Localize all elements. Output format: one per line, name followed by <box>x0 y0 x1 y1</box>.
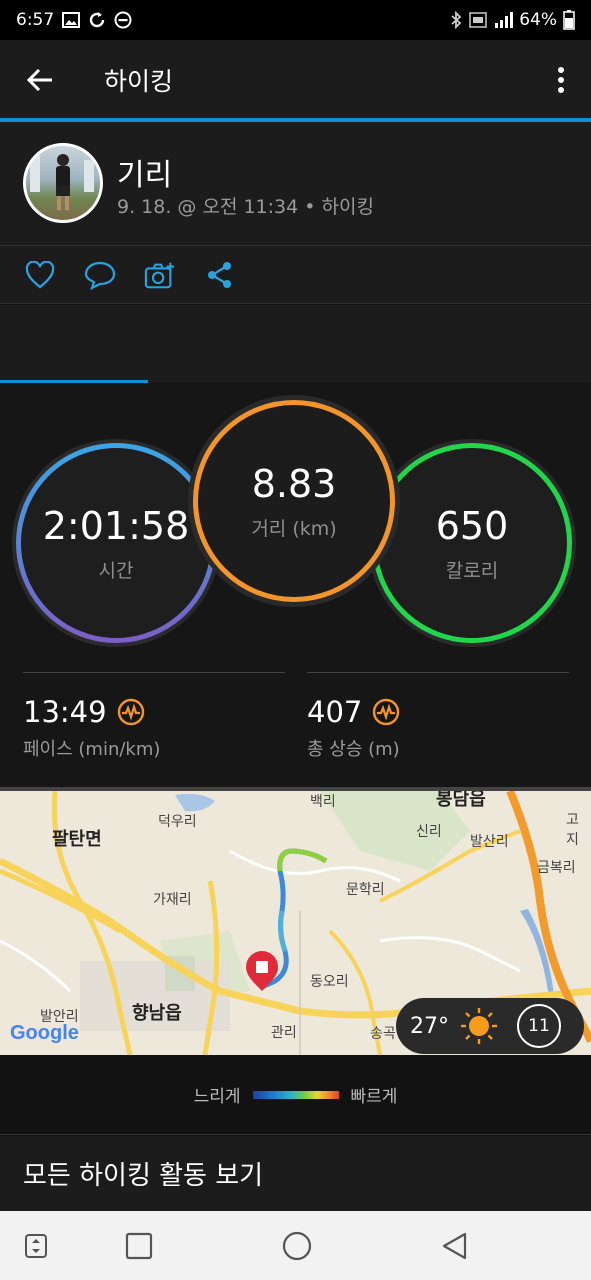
recents-button[interactable] <box>121 1228 157 1264</box>
activity-meta: 9. 18. @ 오전 11:34 • 하이킹 <box>117 196 374 218</box>
ascent-value: 407 <box>307 695 363 729</box>
map-label-munhak: 문학리 <box>346 882 385 898</box>
avatar[interactable] <box>23 143 103 223</box>
add-photo-button[interactable] <box>144 259 176 291</box>
map-label-hyangnam: 향남읍 <box>132 1003 182 1024</box>
arrow-left-icon <box>26 68 52 92</box>
legend-slow: 느리게 <box>193 1087 241 1107</box>
page-title: 하이킹 <box>104 67 174 96</box>
heart-icon <box>25 260 55 288</box>
comment-button[interactable] <box>84 259 116 291</box>
battery-percent: 64% <box>519 10 557 30</box>
tabs-divider <box>0 305 591 383</box>
view-all-activities-link[interactable]: 모든 하이킹 활동 보기 <box>0 1136 591 1211</box>
system-nav-bar <box>0 1211 591 1280</box>
time-ring: 2:01:58 시간 <box>16 443 216 643</box>
share-icon <box>208 261 231 288</box>
recent-apps-alt-button[interactable] <box>18 1228 54 1264</box>
wind-speed: 11 <box>517 1004 561 1048</box>
sync-icon <box>88 11 106 29</box>
weather-badge: 27° 11 <box>396 998 584 1054</box>
map-label-gajae: 가재리 <box>153 892 192 908</box>
lte-icon <box>469 11 487 29</box>
map-label-paltan: 팔탄면 <box>52 829 102 850</box>
time-label: 시간 <box>98 559 134 582</box>
map-label-dongo: 동오리 <box>310 974 349 990</box>
map-label-balsan: 발산리 <box>470 834 509 850</box>
time-value: 2:01:58 <box>42 503 190 548</box>
calories-ring: 650 칼로리 <box>372 443 572 643</box>
pulse-icon <box>117 698 144 726</box>
activity-header: 기리 9. 18. @ 오전 11:34 • 하이킹 <box>0 122 591 246</box>
app-bar: 하이킹 <box>0 40 591 120</box>
triangle-back-icon <box>442 1232 467 1260</box>
signal-icon <box>493 11 514 29</box>
pace-metric: 13:49 페이스 (min/km) <box>23 672 285 761</box>
pace-value: 13:49 <box>23 695 107 729</box>
distance-value: 8.83 <box>251 461 337 506</box>
map-label-geumbok: 금복리 <box>537 860 576 876</box>
back-button[interactable] <box>0 40 80 120</box>
legend-fast: 빠르게 <box>350 1087 398 1107</box>
ascent-label: 총 상승 (m) <box>307 739 400 760</box>
back-nav-button[interactable] <box>436 1228 472 1264</box>
pace-divider <box>23 672 285 673</box>
home-button[interactable] <box>279 1228 315 1264</box>
map-label-gwanri: 관리 <box>271 1025 297 1041</box>
distance-label: 거리 (km) <box>251 517 337 540</box>
swap-icon <box>25 1234 47 1258</box>
activity-name: 기리 <box>117 158 173 193</box>
ascent-metric: 407 총 상승 (m) <box>307 672 569 761</box>
stats-panel: 2:01:58 시간 650 칼로리 8.83 거리 (km) 13:49 페이… <box>0 383 591 787</box>
bluetooth-icon <box>449 11 463 29</box>
comment-icon <box>84 261 116 290</box>
gallery-icon <box>62 11 81 29</box>
status-bar: 6:57 64% <box>0 0 591 40</box>
temperature: 27° <box>410 1013 449 1039</box>
social-actions <box>0 246 591 304</box>
share-button[interactable] <box>204 259 236 291</box>
speed-legend: 느리게 빠르게 <box>0 1055 591 1135</box>
pace-label: 페이스 (min/km) <box>23 739 161 760</box>
map-label-deokwoo: 덕우리 <box>158 814 197 830</box>
calories-value: 650 <box>435 503 509 548</box>
sun-icon <box>461 1008 497 1044</box>
pulse-icon <box>373 698 400 726</box>
more-vert-icon <box>558 67 564 93</box>
status-time: 6:57 <box>16 10 55 30</box>
route-map[interactable]: 팔탄면 덕우리 가재리 향남읍 발안리 백리 봉담읍 신리 발산리 고지 금복리… <box>0 787 591 1055</box>
more-options-button[interactable] <box>531 40 591 120</box>
do-not-disturb-icon <box>114 11 132 29</box>
like-button[interactable] <box>24 259 56 291</box>
map-label-top: 봉담읍 <box>436 789 486 810</box>
calories-label: 칼로리 <box>445 559 499 582</box>
speed-gradient-bar <box>252 1090 339 1099</box>
camera-plus-icon <box>144 262 175 288</box>
map-label-songgok: 송곡 <box>370 1026 396 1042</box>
ascent-divider <box>307 672 569 673</box>
map-label-sinri: 신리 <box>416 824 442 840</box>
map-label-baekri: 백리 <box>310 794 336 810</box>
square-icon <box>125 1232 153 1260</box>
circle-icon <box>282 1231 312 1261</box>
battery-icon <box>563 10 575 30</box>
map-label-goji: 고지 <box>566 812 579 848</box>
distance-ring: 8.83 거리 (km) <box>193 400 395 602</box>
google-logo: Google <box>10 1022 79 1044</box>
